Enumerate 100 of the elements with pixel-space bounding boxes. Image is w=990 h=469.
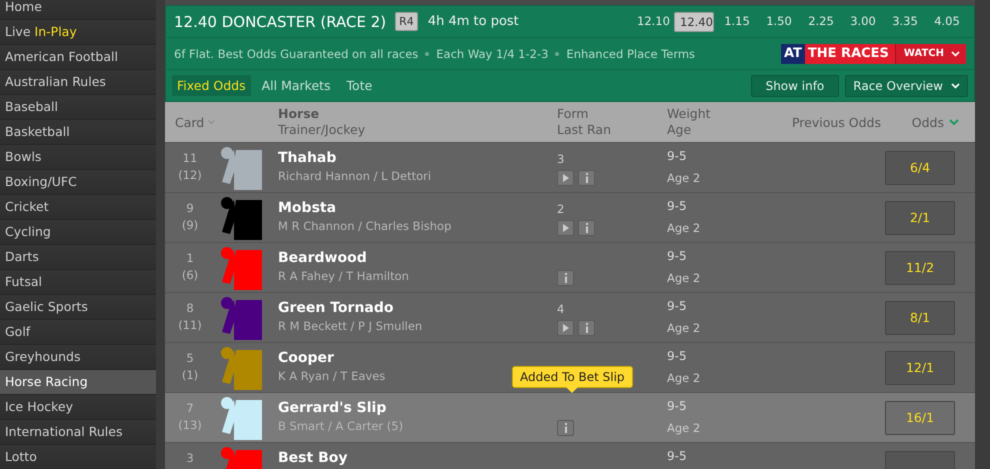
sidebar-item[interactable]: Cycling — [0, 220, 156, 245]
tooltip: Added To Bet Slip — [512, 366, 633, 393]
horse-name[interactable]: Gerrard's Slip — [278, 399, 386, 417]
race-overview-dropdown[interactable]: Race Overview — [845, 74, 968, 96]
chevron-icon — [951, 50, 960, 56]
sidebar-item[interactable]: Ice Hockey — [0, 395, 156, 420]
sidebar-item[interactable]: Bowls — [0, 145, 156, 170]
weight-text: 9-5 — [667, 348, 687, 365]
form-text: 3 — [557, 152, 566, 167]
card-number: 9 — [186, 200, 194, 217]
sidebar-item[interactable]: American Football — [0, 45, 156, 70]
column-header: Weight — [667, 106, 711, 122]
sidebar-item[interactable]: Futsal — [0, 270, 156, 295]
runner-row[interactable]: 11 (12) Thahab Richard Hannon / L Dettori 3 9-5 Age 2 6/4 — [165, 143, 975, 193]
odds-button[interactable]: 12/1 — [885, 350, 955, 384]
market-tab[interactable]: All Markets — [256, 75, 336, 96]
column-header: Trainer/Jockey — [278, 122, 366, 138]
draw-number: (12) — [178, 167, 202, 184]
horse-name[interactable]: Best Boy — [278, 449, 348, 467]
sidebar-item[interactable]: International Rules — [0, 420, 156, 445]
age-text: Age 2 — [667, 220, 700, 237]
race-time-tab[interactable]: 1.15 — [718, 12, 756, 32]
card-number: 5 — [186, 350, 194, 367]
age-text: Age 2 — [667, 320, 700, 337]
trainer-jockey-text: Richard Hannon / L Dettori — [278, 168, 432, 185]
sidebar-item[interactable]: Boxing/UFC — [0, 170, 156, 195]
sidebar-item[interactable]: Basketball — [0, 120, 156, 145]
runner-row[interactable]: 1 (6) Beardwood R A Fahey / T Hamilton 9-5 Age 2 11/2 — [165, 243, 975, 293]
odds-button[interactable]: 2/1 — [885, 200, 955, 234]
column-header: Form — [557, 106, 588, 122]
column-header: Age — [667, 122, 692, 138]
weight-text: 9-5 — [667, 448, 687, 465]
market-tab[interactable]: Fixed Odds — [172, 75, 251, 96]
runner-row[interactable]: 7 (13) Gerrard's Slip B Smart / A Carter (5) 9-5 Age 2 16/1 — [165, 393, 975, 443]
runner-row[interactable]: 8 (11) Green Tornado R M Beckett / P J Smullen 4 9-5 Age 2 8/1 — [165, 293, 975, 343]
card-number: 11 — [182, 150, 198, 167]
draw-number: (13) — [178, 417, 202, 434]
sidebar-item[interactable]: Gaelic Sports — [0, 295, 156, 320]
age-text: Age 2 — [667, 370, 700, 387]
weight-text: 9-5 — [667, 298, 687, 315]
column-header[interactable]: Card — [175, 114, 204, 130]
card-number: 1 — [186, 250, 194, 267]
trainer-jockey-text: K A Ryan / T Eaves — [278, 368, 386, 385]
odds-button[interactable]: 8/1 — [885, 300, 955, 334]
runner-row[interactable]: 3 Best Boy 9-5 — [165, 443, 975, 469]
card-number: 8 — [186, 300, 194, 317]
card-number: 7 — [186, 400, 194, 417]
sidebar-item[interactable]: Australian Rules — [0, 70, 156, 95]
play-icon[interactable] — [557, 320, 574, 336]
countdown-text: 4h 4m to post — [428, 14, 519, 29]
weight-text: 9-5 — [667, 248, 687, 265]
watch-button[interactable]: WATCH — [894, 44, 966, 64]
weight-text: 9-5 — [667, 148, 687, 165]
odds-button[interactable]: 6/4 — [885, 150, 955, 184]
race-time-tab[interactable]: 3.00 — [844, 12, 882, 32]
caret-icon — [208, 119, 215, 125]
race-title: 12.40 DONCASTER (RACE 2) — [174, 12, 386, 30]
draw-number: (9) — [182, 217, 198, 234]
race-time-tab[interactable]: 4.05 — [928, 12, 966, 32]
horse-name[interactable]: Mobsta — [278, 199, 336, 217]
play-icon[interactable] — [557, 220, 574, 236]
horse-name[interactable]: Thahab — [278, 149, 336, 167]
info-icon[interactable] — [557, 270, 574, 286]
odds-button[interactable]: 11/2 — [885, 250, 955, 284]
show-info-button[interactable]: Show info — [750, 74, 840, 96]
race-terms-text: Enhanced Place Terms — [566, 46, 696, 60]
sidebar-item[interactable]: Greyhounds — [0, 345, 156, 370]
play-icon[interactable] — [557, 170, 574, 186]
trainer-jockey-text: R M Beckett / P J Smullen — [278, 318, 422, 335]
sidebar-item[interactable]: Baseball — [0, 95, 156, 120]
race-time-tab[interactable]: 2.25 — [802, 12, 840, 32]
runner-row[interactable]: 9 (9) Mobsta M R Channon / Charles Bishop 2 9-5 Age 2 2/1 — [165, 193, 975, 243]
column-header[interactable]: Odds — [912, 114, 944, 130]
draw-number: (1) — [182, 367, 198, 384]
sidebar-item[interactable]: Home — [0, 0, 156, 20]
horse-name[interactable]: Beardwood — [278, 249, 367, 267]
odds-button[interactable]: 16/1 — [885, 400, 955, 434]
info-icon[interactable] — [557, 420, 574, 436]
card-number: 3 — [186, 450, 194, 467]
info-icon[interactable] — [578, 170, 595, 186]
horse-name[interactable]: Cooper — [278, 349, 334, 367]
info-icon[interactable] — [578, 320, 595, 336]
race-time-tab[interactable]: 12.40 — [674, 12, 714, 32]
race-time-tab[interactable]: 1.50 — [760, 12, 798, 32]
race-time-tab[interactable]: 3.35 — [886, 12, 924, 32]
race-number-badge: R4 — [395, 12, 418, 31]
horse-name[interactable]: Green Tornado — [278, 299, 394, 317]
market-tab[interactable]: Tote — [342, 75, 378, 96]
sidebar-item[interactable]: Horse Racing — [0, 370, 156, 395]
info-icon[interactable] — [578, 220, 595, 236]
sidebar-item[interactable]: Darts — [0, 245, 156, 270]
trainer-jockey-text: M R Channon / Charles Bishop — [278, 218, 452, 235]
logo-text: THE RACES — [804, 44, 895, 64]
sidebar-item[interactable]: Live In-Play — [0, 20, 156, 45]
trainer-jockey-text: R A Fahey / T Hamilton — [278, 268, 409, 285]
column-header: Last Ran — [557, 122, 612, 138]
sidebar-item[interactable]: Cricket — [0, 195, 156, 220]
race-time-tab[interactable]: 12.10 — [632, 12, 670, 32]
sidebar-item[interactable]: Golf — [0, 320, 156, 345]
weight-text: 9-5 — [667, 398, 687, 415]
